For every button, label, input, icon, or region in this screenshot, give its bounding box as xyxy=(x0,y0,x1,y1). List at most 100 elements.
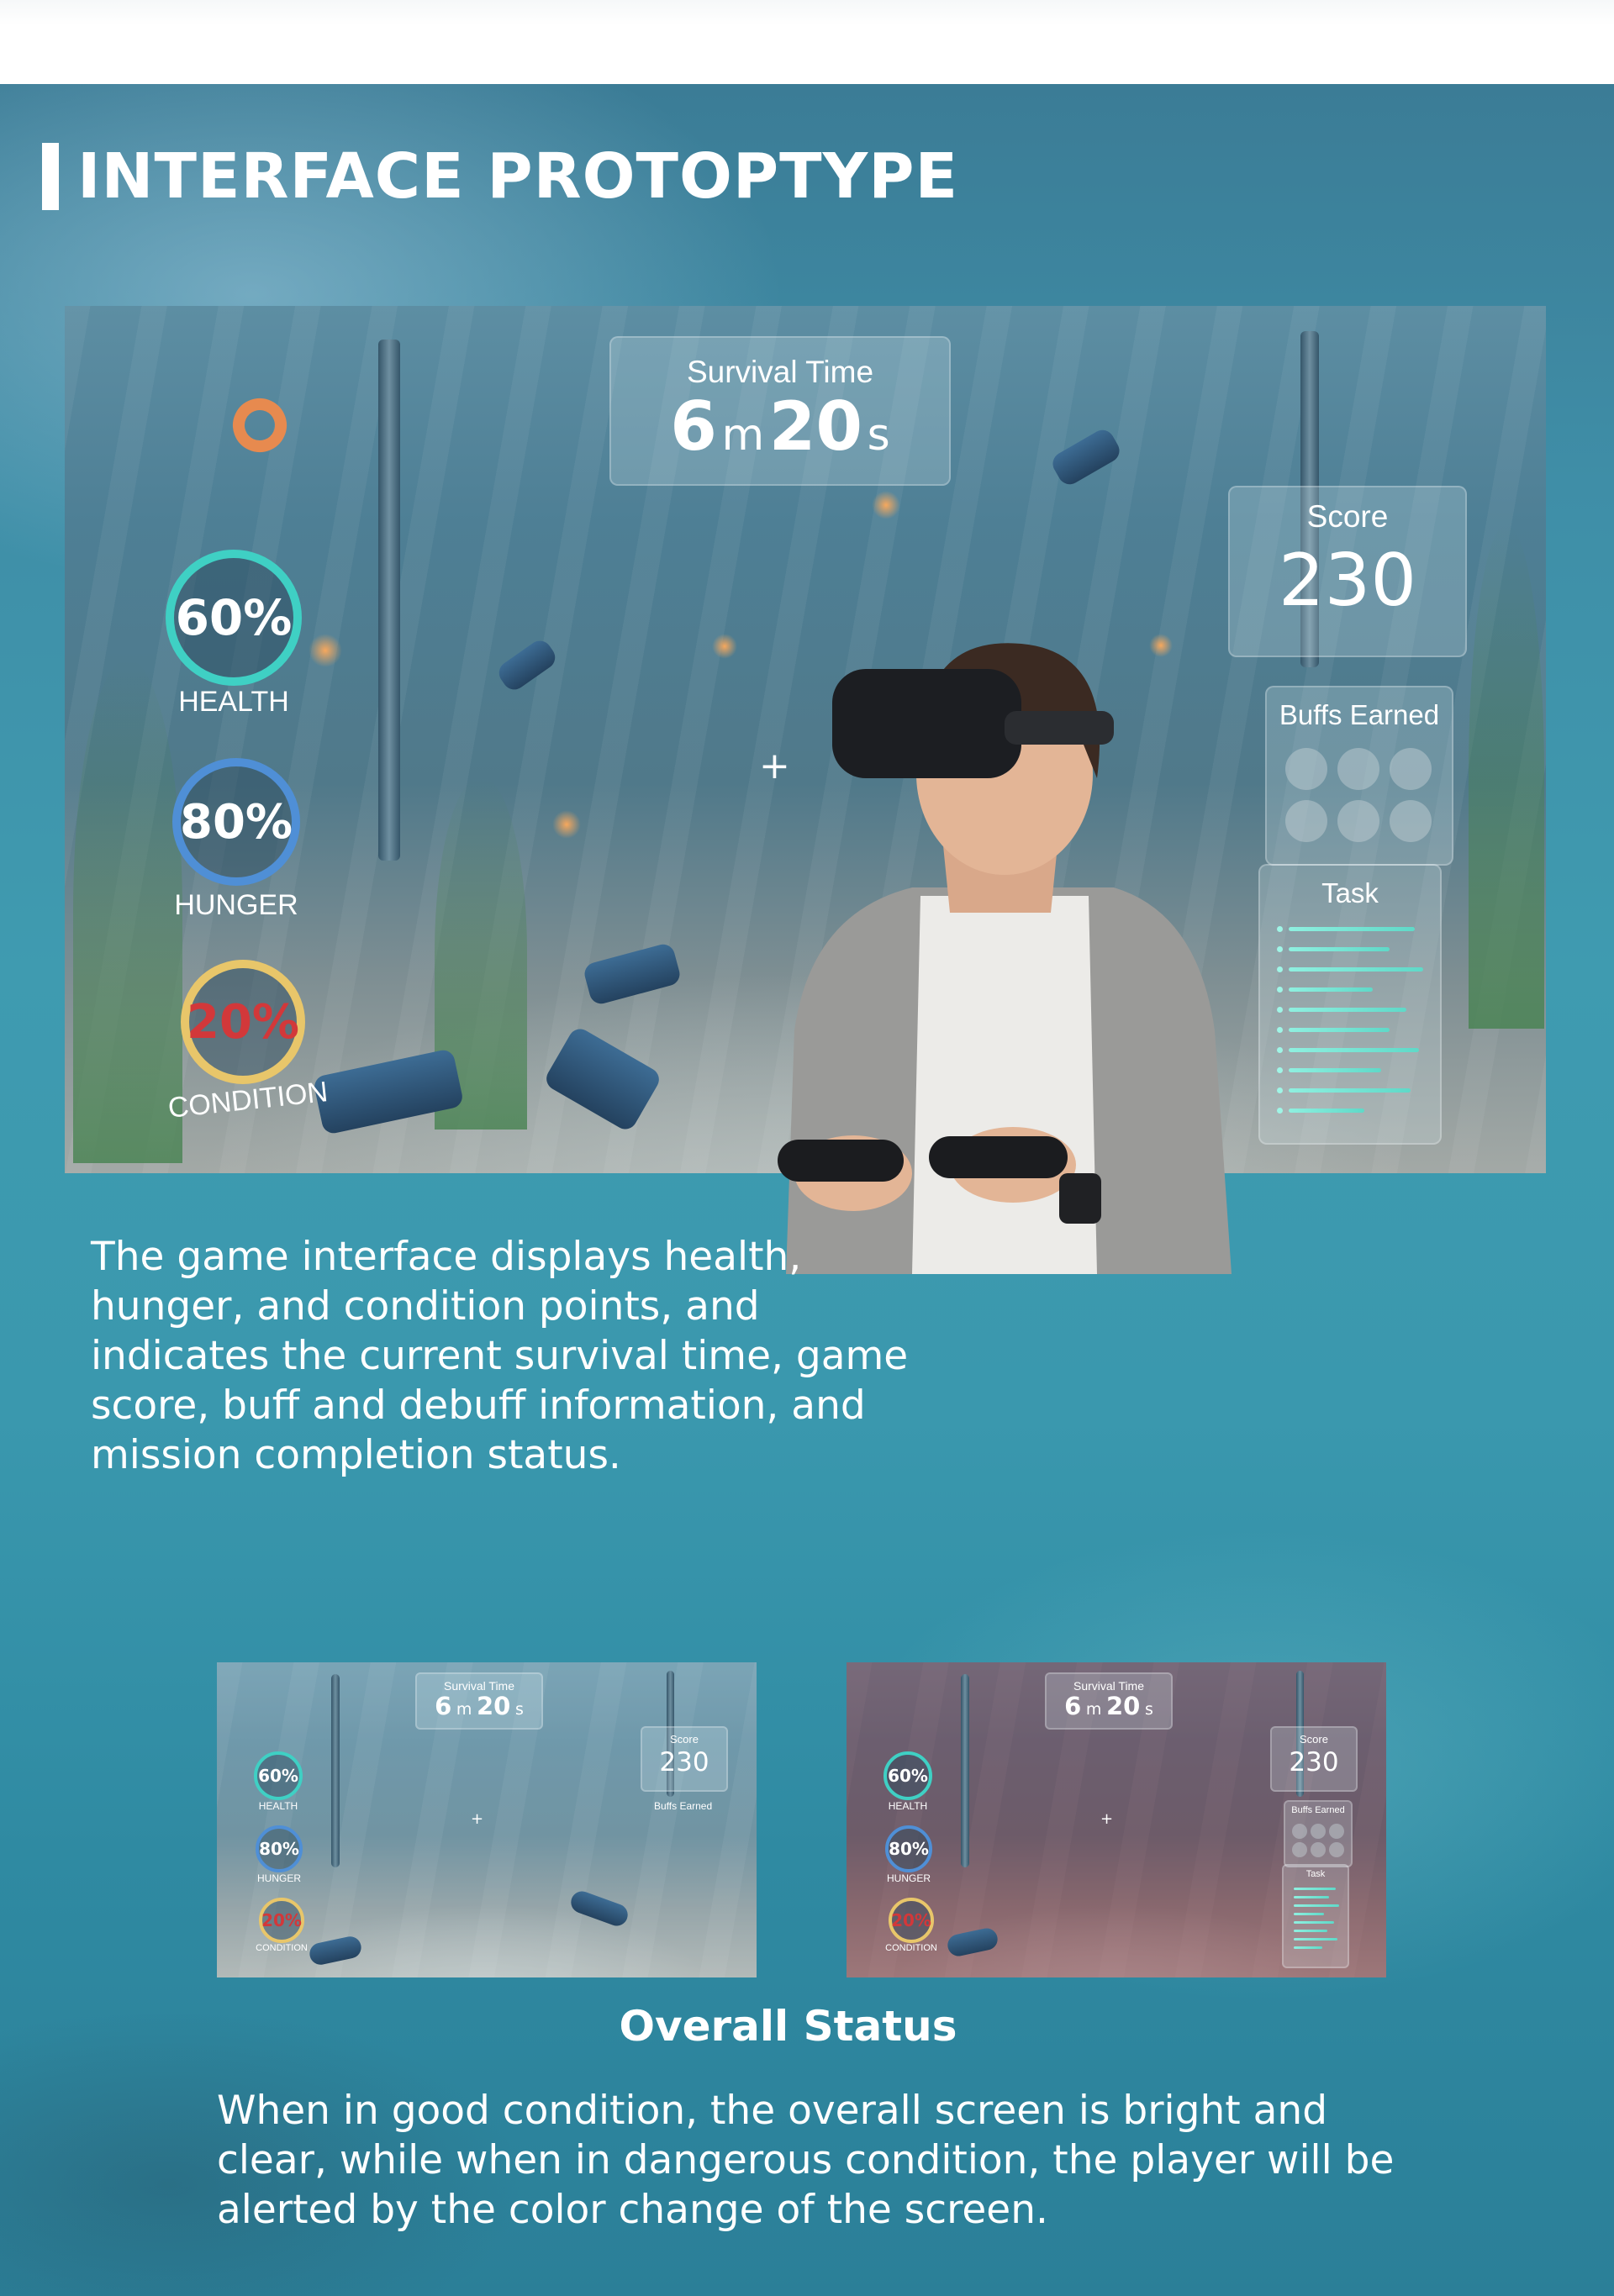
interface-description: The game interface displays health, hung… xyxy=(91,1234,909,1478)
seaweed-left xyxy=(73,659,182,1163)
task-label: Task xyxy=(1305,1869,1326,1879)
hunger-label: HUNGER xyxy=(256,1872,301,1884)
score-value: 230 xyxy=(659,1747,709,1777)
task-bullet xyxy=(1277,1027,1283,1033)
vr-player-illustration xyxy=(778,643,1232,1274)
task-panel: Task xyxy=(1282,1864,1349,1968)
buff-slot-1 xyxy=(1285,748,1327,790)
hunger-label: HUNGER xyxy=(174,889,298,921)
buffs-panel: Buffs Earned xyxy=(1284,1800,1353,1867)
survival-minutes: 6 xyxy=(435,1692,452,1720)
condition-ring: 20% xyxy=(259,1898,304,1943)
survival-time-value: 6 m 20 s xyxy=(417,1693,541,1724)
survival-time-value: 6 m 20 s xyxy=(611,390,949,482)
player-watch xyxy=(1059,1173,1101,1224)
task-bullet xyxy=(1277,966,1283,972)
survival-seconds-unit: s xyxy=(514,1700,524,1719)
buff-slot-2 xyxy=(1311,1824,1326,1839)
hunger-value: 80% xyxy=(889,1839,929,1859)
score-label: Score xyxy=(1300,1733,1328,1746)
health-value: 60% xyxy=(175,589,293,646)
survival-time-panel: Survival Time 6 m 20 s xyxy=(1045,1672,1173,1730)
task-progress-line xyxy=(1289,987,1373,992)
overall-status-heading: Overall Status xyxy=(619,2002,957,2051)
task-progress-line xyxy=(1294,1938,1337,1941)
left-controller xyxy=(778,1140,904,1182)
top-margin xyxy=(0,0,1614,84)
condition-ring: 20% xyxy=(889,1898,934,1943)
overall-status-description: When in good condition, the overall scre… xyxy=(217,2088,1395,2233)
health-ring: 60% xyxy=(254,1751,303,1800)
score-panel: Score 230 xyxy=(641,1726,728,1792)
task-progress-line xyxy=(1294,1888,1336,1890)
buffs-label: Buffs Earned xyxy=(1279,699,1440,730)
buff-slot-6 xyxy=(1390,800,1432,842)
task-progress-line xyxy=(1289,1008,1406,1012)
task-bullet xyxy=(1277,926,1283,932)
condition-value: 20% xyxy=(186,994,300,1050)
task-bullet xyxy=(1277,1067,1283,1073)
task-bullet xyxy=(1277,1047,1283,1053)
survival-time-label: Survival Time xyxy=(443,1679,515,1693)
buff-slot-3 xyxy=(1329,1824,1344,1839)
survival-seconds: 20 xyxy=(477,1692,511,1720)
buff-slot-5 xyxy=(1311,1842,1326,1857)
condition-label: CONDITION xyxy=(885,1943,937,1953)
task-progress-line xyxy=(1289,1088,1411,1093)
survival-minutes-unit: m xyxy=(456,1700,472,1719)
buffs-label: Buffs Earned xyxy=(1291,1805,1345,1815)
survival-seconds-unit: s xyxy=(867,410,890,461)
pipe-left xyxy=(331,1674,340,1867)
survival-minutes-unit: m xyxy=(721,410,765,461)
task-progress-line xyxy=(1289,1048,1419,1052)
survival-minutes-unit: m xyxy=(1085,1700,1102,1719)
condition-label: CONDITION xyxy=(256,1943,308,1953)
task-progress-line xyxy=(1294,1930,1327,1932)
task-progress-line xyxy=(1294,1913,1324,1915)
score-panel: Score 230 xyxy=(1270,1726,1358,1792)
buffs-label: Buffs Earned xyxy=(654,1800,713,1812)
task-progress-line xyxy=(1289,1109,1364,1113)
task-progress-line xyxy=(1294,1896,1329,1898)
buff-slot-4 xyxy=(1285,800,1327,842)
task-progress-line xyxy=(1289,967,1423,972)
survival-seconds: 20 xyxy=(1106,1692,1141,1720)
health-label: HEALTH xyxy=(178,686,289,718)
task-progress-line xyxy=(1294,1946,1322,1949)
buff-slot-4 xyxy=(1292,1842,1307,1857)
score-label: Score xyxy=(670,1733,699,1746)
buffs-panel: Buffs Earned xyxy=(1265,686,1453,866)
hunger-value: 80% xyxy=(179,794,293,850)
glow-2 xyxy=(712,634,737,659)
survival-time-label: Survival Time xyxy=(686,355,874,389)
task-bullet xyxy=(1277,1007,1283,1013)
vr-headset xyxy=(832,669,1021,778)
survival-minutes: 6 xyxy=(1064,1692,1082,1720)
buff-slot-3 xyxy=(1390,748,1432,790)
task-progress-line xyxy=(1289,927,1415,931)
task-bullet xyxy=(1277,1108,1283,1114)
survival-minutes: 6 xyxy=(670,387,717,466)
survival-seconds: 20 xyxy=(768,387,863,466)
survival-time-label: Survival Time xyxy=(1073,1679,1145,1693)
vr-headset-strap xyxy=(1005,711,1114,745)
hunger-label: HUNGER xyxy=(886,1872,931,1884)
hunger-ring: 80% xyxy=(172,758,300,886)
score-value: 230 xyxy=(1278,539,1417,623)
glow-1 xyxy=(309,634,342,667)
crosshair-icon: + xyxy=(1100,1810,1114,1828)
health-ring: 60% xyxy=(883,1751,932,1800)
buff-slot-2 xyxy=(1337,748,1379,790)
task-progress-line xyxy=(1289,1028,1390,1032)
task-panel: Task xyxy=(1258,864,1442,1145)
pipe-left xyxy=(961,1674,969,1867)
score-panel: Score 230 xyxy=(1228,486,1467,657)
task-bullet xyxy=(1277,1087,1283,1093)
condition-value: 20% xyxy=(891,1910,931,1930)
hunger-value: 80% xyxy=(259,1839,299,1859)
pipe-left xyxy=(378,340,400,861)
buff-slot-6 xyxy=(1329,1842,1344,1857)
score-value: 230 xyxy=(1289,1747,1339,1777)
task-progress-line xyxy=(1289,1068,1381,1072)
score-label: Score xyxy=(1306,499,1389,534)
